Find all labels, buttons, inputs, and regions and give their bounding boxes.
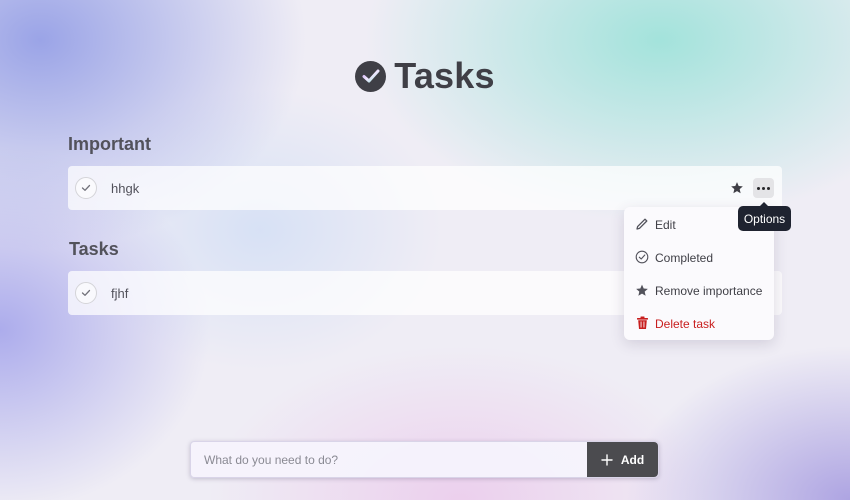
add-button[interactable]: Add — [587, 442, 658, 477]
menu-item-remove-importance[interactable]: Remove importance — [624, 275, 774, 305]
pencil-icon — [635, 217, 649, 231]
menu-item-delete-task[interactable]: Delete task — [624, 308, 774, 338]
checkmark-logo-icon — [355, 60, 387, 92]
trash-icon — [635, 316, 649, 330]
menu-item-completed[interactable]: Completed — [624, 242, 774, 272]
section-title-tasks: Tasks — [69, 239, 119, 259]
menu-item-label: Completed — [655, 251, 714, 265]
menu-item-label: Remove importance — [655, 284, 763, 298]
complete-task-checkbox[interactable] — [75, 177, 97, 199]
star-icon[interactable] — [729, 180, 745, 196]
check-circle-icon — [635, 250, 649, 264]
plus-icon — [601, 453, 613, 466]
task-text: fjhf — [111, 286, 129, 301]
add-button-label: Add — [620, 452, 645, 467]
new-task-input[interactable] — [191, 442, 587, 477]
page-title: Tasks — [394, 55, 495, 96]
menu-item-label: Delete task — [655, 317, 716, 331]
task-row-important[interactable]: hhgk — [68, 166, 782, 210]
options-more-icon[interactable] — [753, 178, 774, 198]
add-task-bar: Add — [190, 441, 659, 478]
check-icon — [81, 184, 91, 191]
complete-task-checkbox[interactable] — [75, 282, 97, 304]
options-tooltip: Options — [738, 202, 791, 231]
app-header: Tasks — [0, 55, 850, 97]
task-text: hhgk — [111, 181, 140, 196]
star-icon — [635, 283, 649, 297]
check-icon — [81, 289, 91, 296]
menu-item-label: Edit — [655, 218, 676, 232]
section-title-important: Important — [68, 134, 151, 154]
